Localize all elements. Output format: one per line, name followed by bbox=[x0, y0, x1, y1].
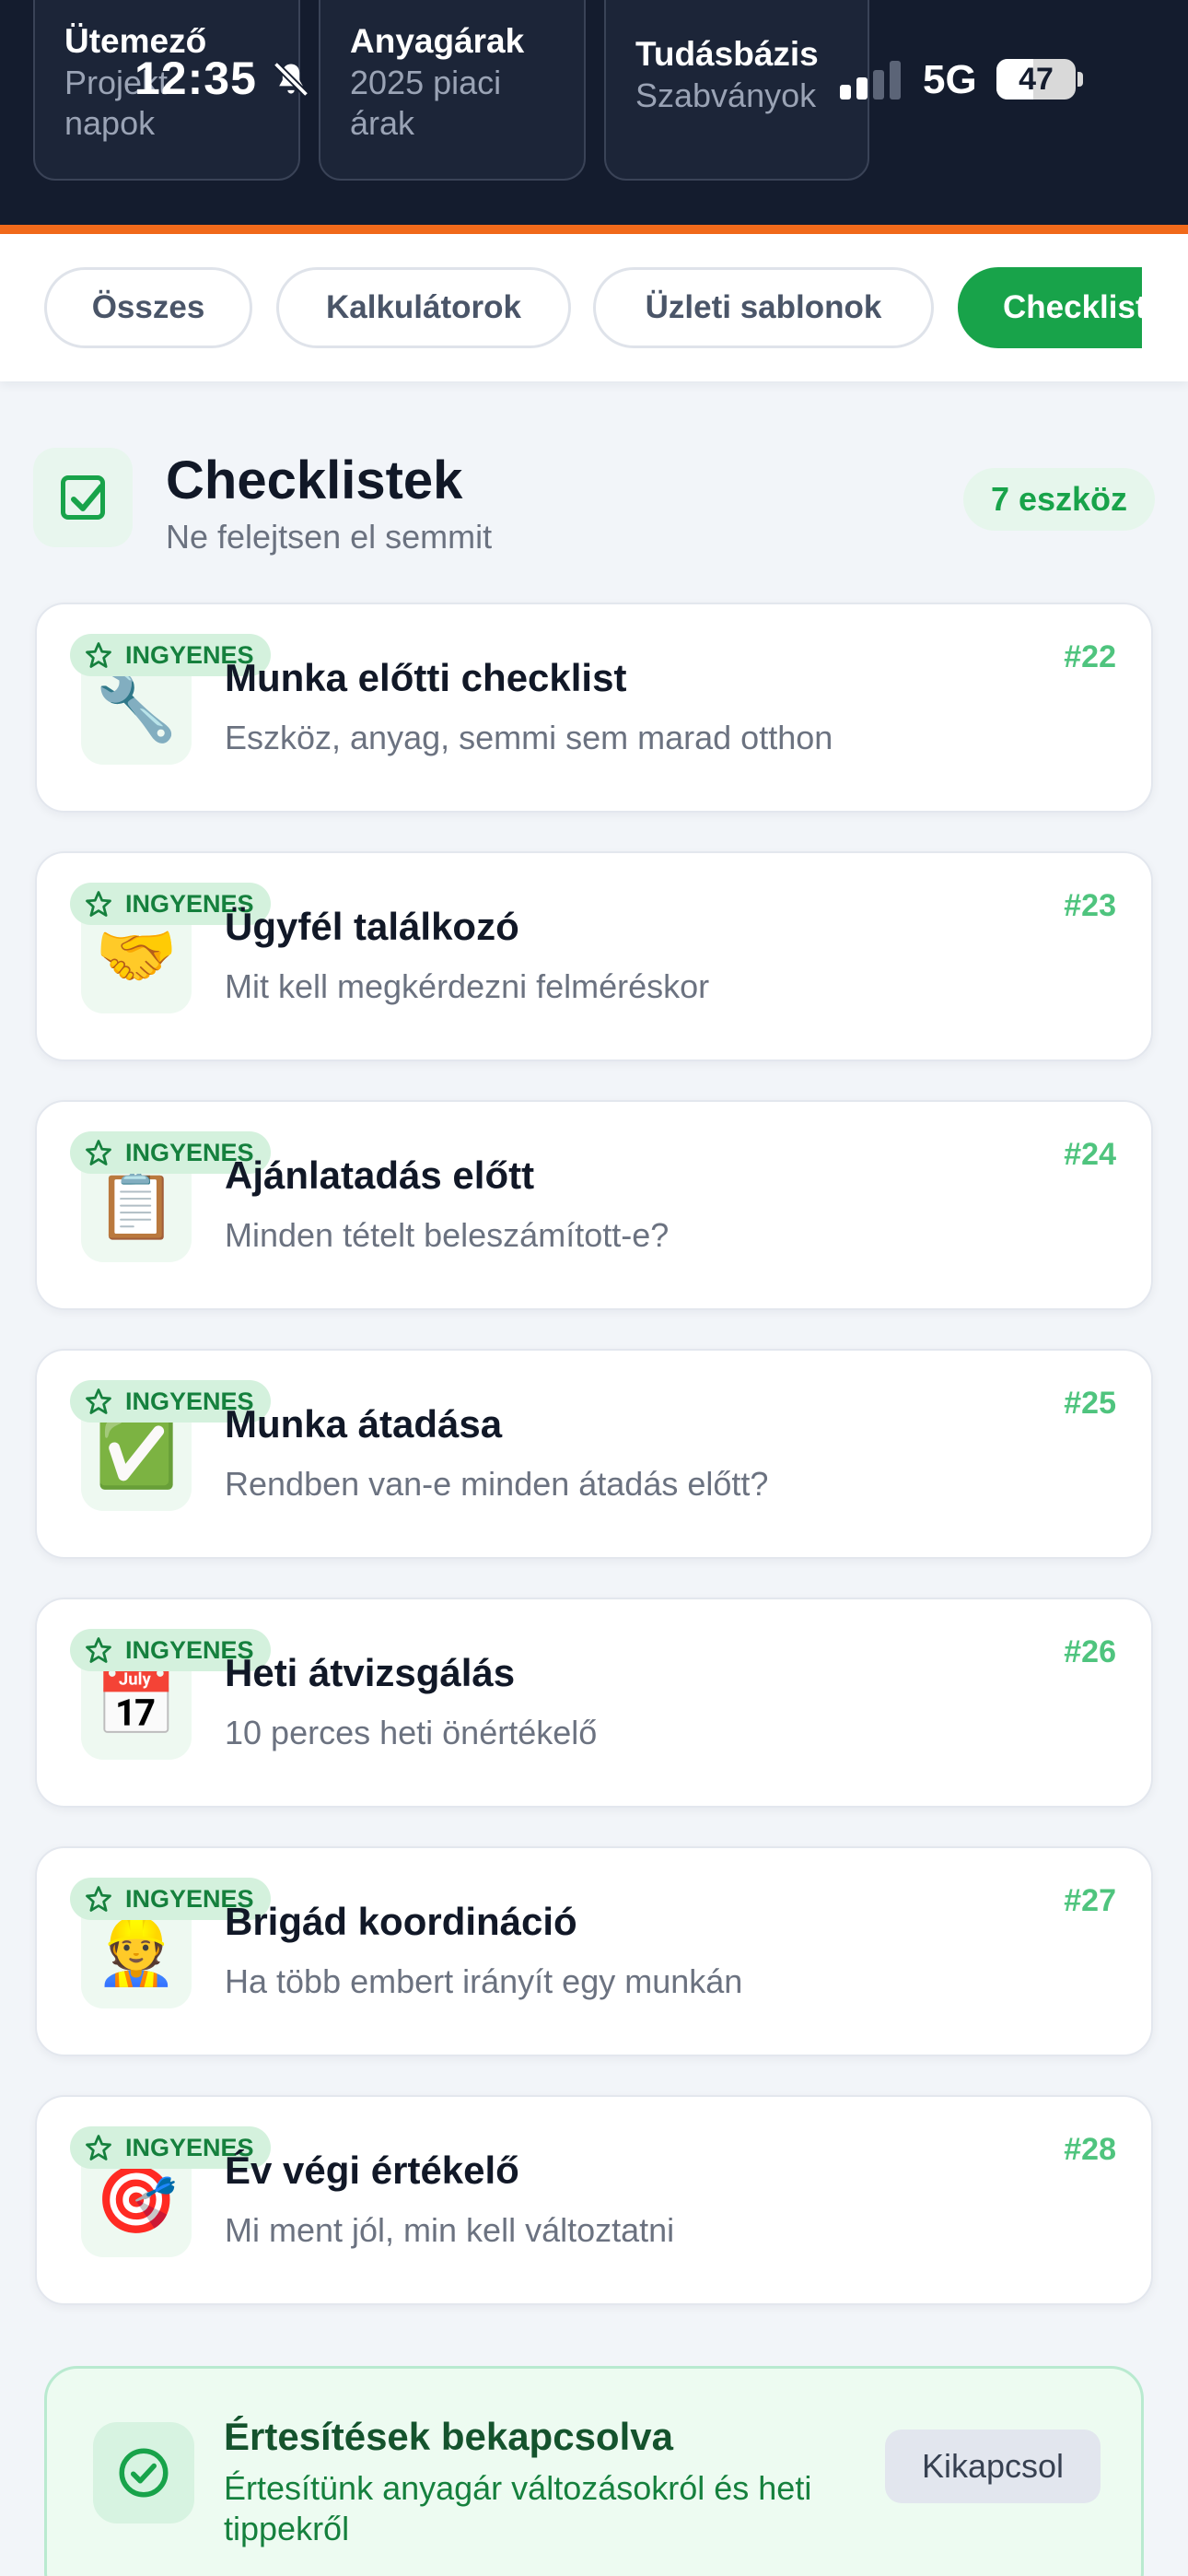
card-description: Mi ment jól, min kell változtatni bbox=[225, 2211, 675, 2249]
battery-percent: 47 bbox=[1019, 62, 1054, 97]
filter-bar: Összes Kalkulátorok Üzleti sablonok Chec… bbox=[0, 234, 1188, 381]
network-type: 5G bbox=[923, 57, 977, 102]
status-time: 12:35 bbox=[134, 53, 257, 104]
card-title: Munka előtti checklist bbox=[225, 656, 627, 699]
star-icon bbox=[86, 1140, 111, 1165]
filter-chip-calculators[interactable]: Kalkulátorok bbox=[276, 267, 571, 348]
bell-muted-icon bbox=[273, 61, 309, 98]
checklist-card[interactable]: 👷 INGYENES Brigád koordináció Ha több em… bbox=[35, 1846, 1153, 2056]
checklist-card[interactable]: 📋 INGYENES Ajánlatadás előtt Minden téte… bbox=[35, 1100, 1153, 1310]
card-description: Rendben van-e minden átadás előtt? bbox=[225, 1465, 769, 1503]
card-number: #25 bbox=[1064, 1386, 1116, 1421]
header-card-subtitle: napok bbox=[64, 104, 156, 142]
checklist-section-icon bbox=[33, 448, 133, 547]
notification-check-icon bbox=[93, 2422, 194, 2523]
tool-count-badge: 7 eszköz bbox=[963, 468, 1155, 531]
card-number: #28 bbox=[1064, 2132, 1116, 2167]
star-icon bbox=[86, 1886, 111, 1912]
card-number: #26 bbox=[1064, 1634, 1116, 1669]
card-description: Ha több embert irányít egy munkán bbox=[225, 1962, 743, 2000]
card-number: #24 bbox=[1064, 1137, 1116, 1172]
cellular-signal-icon bbox=[840, 61, 901, 100]
turn-off-notifications-button[interactable]: Kikapcsol bbox=[885, 2430, 1101, 2503]
card-title: Brigád koordináció bbox=[225, 1900, 577, 1943]
checklist-card[interactable]: 🔧 INGYENES Munka előtti checklist Eszköz… bbox=[35, 603, 1153, 813]
header-card-subtitle: Szabványok bbox=[635, 76, 817, 114]
card-title: Ügyfél találkozó bbox=[225, 905, 519, 948]
card-number: #27 bbox=[1064, 1883, 1116, 1918]
checklist-card[interactable]: 🤝 INGYENES Ügyfél találkozó Mit kell meg… bbox=[35, 851, 1153, 1061]
card-description: Minden tételt beleszámított-e? bbox=[225, 1216, 670, 1254]
notification-title: Értesítések bekapcsolva bbox=[224, 2415, 673, 2458]
section-subtitle: Ne felejtsen el semmit bbox=[166, 518, 493, 556]
card-title: Munka átadása bbox=[225, 1402, 503, 1446]
card-title: Év végi értékelő bbox=[225, 2149, 519, 2192]
header-card-material-prices[interactable]: Anyagárak 2025 piaci árak bbox=[319, 0, 586, 181]
star-icon bbox=[86, 891, 111, 917]
notification-banner: Értesítések bekapcsolva Értesítünk anyag… bbox=[44, 2366, 1144, 2576]
card-description: Eszköz, anyag, semmi sem marad otthon bbox=[225, 719, 833, 756]
filter-chip-all[interactable]: Összes bbox=[44, 267, 252, 348]
filter-chip-clip: Checklist bbox=[958, 267, 1142, 348]
section-title: Checklistek bbox=[166, 451, 463, 510]
check-circle-icon bbox=[119, 2448, 169, 2498]
header-card-title: Tudásbázis bbox=[635, 35, 819, 73]
header-card-subtitle: árak bbox=[350, 104, 415, 142]
header-card-subtitle: 2025 piaci bbox=[350, 64, 502, 101]
filter-chip-business-templates[interactable]: Üzleti sablonok bbox=[593, 267, 934, 348]
checkmark-icon bbox=[71, 484, 104, 511]
card-number: #22 bbox=[1064, 639, 1116, 674]
header-card-knowledge-base[interactable]: Tudásbázis Szabványok bbox=[604, 0, 869, 181]
card-number: #23 bbox=[1064, 888, 1116, 923]
top-header: Ütemező Projekt napok Anyagárak 2025 pia… bbox=[0, 0, 1188, 225]
star-icon bbox=[86, 1637, 111, 1663]
battery-indicator: 47 bbox=[996, 59, 1076, 100]
star-icon bbox=[86, 2135, 111, 2160]
notification-text: Értesítünk anyagár változásokról és heti… bbox=[224, 2469, 812, 2547]
checklist-card[interactable]: ✅ INGYENES Munka átadása Rendben van-e m… bbox=[35, 1349, 1153, 1559]
card-description: 10 perces heti önértékelő bbox=[225, 1714, 598, 1751]
star-icon bbox=[86, 642, 111, 668]
checklist-card[interactable]: 🎯 INGYENES Év végi értékelő Mi ment jól,… bbox=[35, 2095, 1153, 2305]
battery-tip bbox=[1077, 72, 1083, 87]
star-icon bbox=[86, 1388, 111, 1414]
filter-chip-checklist[interactable]: Checklist bbox=[958, 267, 1142, 348]
card-title: Heti átvizsgálás bbox=[225, 1651, 516, 1694]
card-title: Ajánlatadás előtt bbox=[225, 1153, 535, 1197]
card-description: Mit kell megkérdezni felméréskor bbox=[225, 967, 710, 1005]
header-card-title: Anyagárak bbox=[350, 22, 525, 60]
header-accent-line bbox=[0, 225, 1188, 234]
checklist-card[interactable]: 📅 INGYENES Heti átvizsgálás 10 perces he… bbox=[35, 1598, 1153, 1808]
